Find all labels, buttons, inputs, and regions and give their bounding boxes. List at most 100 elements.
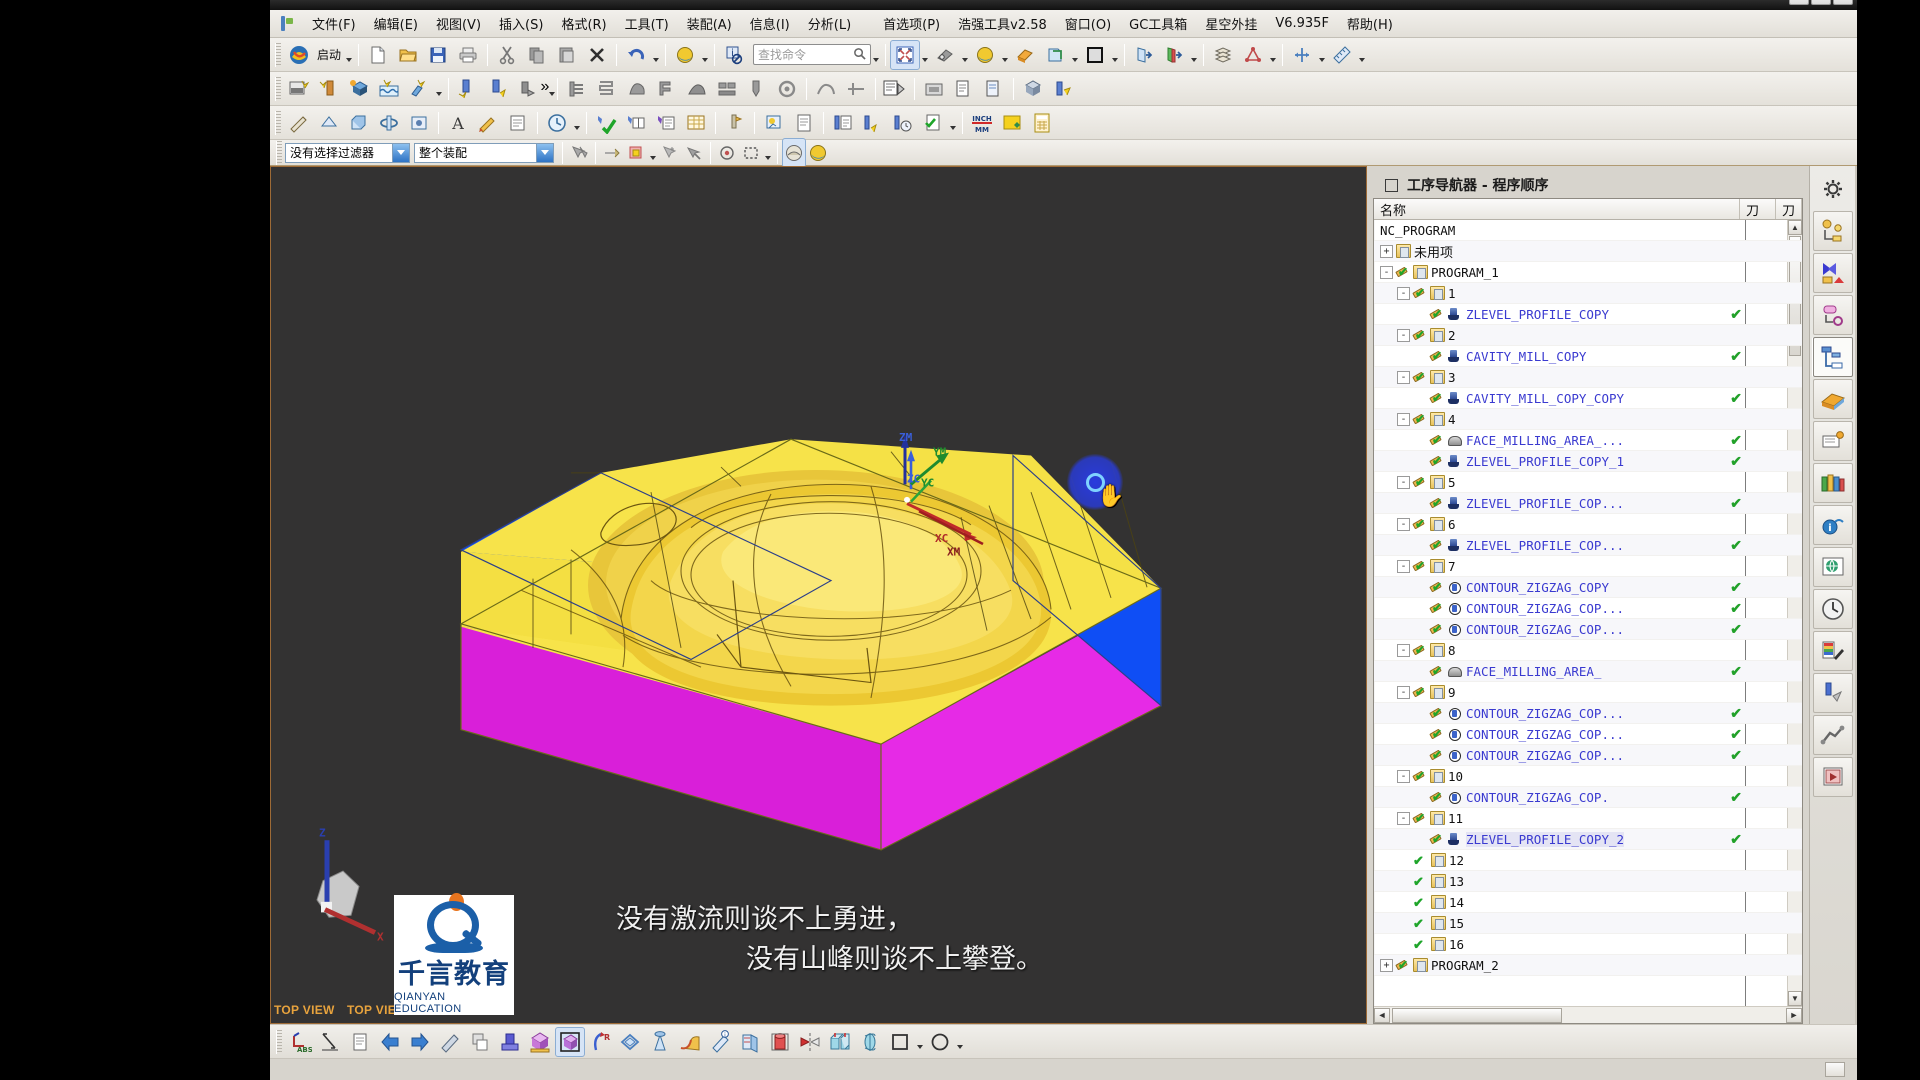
tree-item-label[interactable]: ZLEVEL_PROFILE_COPY <box>1466 307 1609 322</box>
measure-icon[interactable] <box>1328 41 1356 69</box>
revolve-body-icon[interactable]: R <box>586 1028 614 1056</box>
start-dropdown-icon[interactable] <box>344 41 354 69</box>
hscroll-thumb[interactable] <box>1392 1007 1562 1023</box>
collapse-icon[interactable]: - <box>1397 517 1410 531</box>
area-mill-icon[interactable] <box>713 75 741 103</box>
menu-preferences[interactable]: 首选项(P) <box>874 10 949 37</box>
shop-doc-icon[interactable] <box>980 75 1008 103</box>
collapse-icon[interactable]: - <box>1397 286 1410 300</box>
sketch-icon[interactable] <box>285 109 313 137</box>
view-style-dropdown-icon[interactable] <box>1070 41 1080 69</box>
dimension-icon[interactable] <box>316 1028 344 1056</box>
blend-icon[interactable] <box>676 1028 704 1056</box>
back-arrow-icon[interactable] <box>376 1028 404 1056</box>
collapse-icon[interactable]: - <box>1397 685 1410 699</box>
open-file-icon[interactable] <box>394 41 422 69</box>
resource-settings-icon[interactable] <box>1813 169 1853 209</box>
replay-toolpath-icon[interactable] <box>484 75 512 103</box>
find-command-input[interactable]: 查找命令 <box>753 44 872 65</box>
table-row[interactable]: CONTOUR_ZIGZAG_COP. ✔ <box>1374 787 1802 808</box>
info-command-icon[interactable]: i <box>720 41 748 69</box>
view-style-icon[interactable] <box>1041 41 1069 69</box>
table-row[interactable]: CONTOUR_ZIGZAG_COP... ✔ <box>1374 619 1802 640</box>
collapse-icon[interactable]: - <box>1397 328 1410 342</box>
menu-window[interactable]: 窗口(O) <box>1056 10 1120 37</box>
table-row[interactable]: ✔ 13 <box>1374 871 1802 892</box>
chevron-down-icon[interactable] <box>392 143 409 162</box>
rectangle-select-icon[interactable] <box>740 139 762 167</box>
background-dropdown-icon[interactable] <box>1110 41 1120 69</box>
tree-item-label[interactable]: 15 <box>1449 916 1464 931</box>
table-row[interactable]: -2 <box>1374 325 1802 346</box>
copy-icon[interactable] <box>523 41 551 69</box>
table-row[interactable]: -8 <box>1374 640 1802 661</box>
select-faces-icon[interactable] <box>625 139 647 167</box>
tool-inventory-icon[interactable] <box>652 109 680 137</box>
collapse-icon[interactable]: - <box>1380 265 1393 279</box>
measure-body-icon[interactable]: i <box>706 1028 734 1056</box>
face-milling-icon[interactable] <box>563 75 591 103</box>
table-row[interactable]: NC_PROGRAM <box>1374 220 1802 241</box>
menu-analysis[interactable]: 分析(L) <box>799 10 860 37</box>
op-timing-icon[interactable] <box>889 109 917 137</box>
hole-making-icon[interactable] <box>773 75 801 103</box>
table-row[interactable]: -3 <box>1374 367 1802 388</box>
menu-assemblies[interactable]: 装配(A) <box>678 10 741 37</box>
tree-item-label[interactable]: NC_PROGRAM <box>1380 223 1455 238</box>
table-row[interactable]: ZLEVEL_PROFILE_COPY ✔ <box>1374 304 1802 325</box>
menu-file[interactable]: 文件(F) <box>303 10 365 37</box>
resource-palette-icon[interactable] <box>1812 631 1853 671</box>
table-row[interactable]: ✔ 15 <box>1374 913 1802 934</box>
statusbar-grip[interactable] <box>276 1029 282 1054</box>
toolbar-grip-2[interactable] <box>275 76 281 101</box>
select-objects-icon[interactable] <box>568 139 590 167</box>
background-color-icon[interactable] <box>1081 41 1109 69</box>
resource-robot-icon[interactable] <box>1812 715 1853 755</box>
tree-item-label[interactable]: 10 <box>1448 769 1463 784</box>
graphics-canvas[interactable]: ZM YM ZC YC XC XM X Z ✋ TOP VIEW TOP VIE… <box>271 167 1366 1023</box>
tree-item-label[interactable]: CONTOUR_ZIGZAG_COP... <box>1466 706 1624 721</box>
tree-rows[interactable]: ▲ ▼ NC_PROGRAM+未用项-PROGRAM_1-1ZLEVEL_PRO… <box>1374 220 1802 1006</box>
graphics-window[interactable]: ZM YM ZC YC XC XM X Z ✋ TOP VIEW TOP VIE… <box>270 166 1367 1024</box>
create-operation-icon[interactable] <box>405 75 433 103</box>
resource-assembly-navigator-icon[interactable] <box>1812 211 1853 251</box>
close-button[interactable]: ✕ <box>1833 0 1853 5</box>
units-inch-mm-icon[interactable]: INCH MM <box>968 109 996 137</box>
table-row[interactable]: CONTOUR_ZIGZAG_COP... ✔ <box>1374 745 1802 766</box>
hole-icon[interactable] <box>405 109 433 137</box>
collapse-icon[interactable]: - <box>1397 370 1410 384</box>
render-globe-icon[interactable] <box>671 41 699 69</box>
tree-item-label[interactable]: 7 <box>1448 559 1456 574</box>
resource-constraint-navigator-icon[interactable] <box>1812 253 1853 293</box>
verify-toolpath-icon[interactable] <box>514 75 542 103</box>
tree-item-label[interactable]: 13 <box>1449 874 1464 889</box>
column-header-tool[interactable]: 刀 <box>1740 199 1776 219</box>
find-dropdown-icon[interactable] <box>871 41 881 69</box>
tree-item-label[interactable]: 4 <box>1448 412 1456 427</box>
fit-view-dropdown-icon[interactable] <box>920 41 930 69</box>
resource-hd3d-tools-icon[interactable] <box>1812 421 1853 461</box>
filterbar-grip[interactable] <box>276 140 282 165</box>
menu-help[interactable]: 帮助(H) <box>1338 10 1402 37</box>
table-row[interactable]: -9 <box>1374 682 1802 703</box>
contour-icon[interactable] <box>623 75 651 103</box>
tool-path-list-icon[interactable] <box>622 109 650 137</box>
menu-edit[interactable]: 编辑(E) <box>365 10 427 37</box>
tree-item-label[interactable]: 5 <box>1448 475 1456 490</box>
datum-icon[interactable] <box>315 109 343 137</box>
tree-item-label[interactable]: CONTOUR_ZIGZAG_COP... <box>1466 727 1624 742</box>
postprocess-icon[interactable] <box>950 75 978 103</box>
undo-icon[interactable] <box>622 41 650 69</box>
tree-item-label[interactable]: FACE_MILLING_AREA_... <box>1466 433 1624 448</box>
move-object-icon[interactable] <box>1288 41 1316 69</box>
resource-history-icon[interactable] <box>1812 589 1853 629</box>
tree-item-label[interactable]: CAVITY_MILL_COPY_COPY <box>1466 391 1624 406</box>
calculator-icon[interactable] <box>1028 109 1056 137</box>
delete-icon[interactable] <box>583 41 611 69</box>
tree-item-label[interactable]: FACE_MILLING_AREA_ <box>1466 664 1601 679</box>
toolbar-grip-3[interactable] <box>275 110 281 135</box>
select-features-icon[interactable] <box>659 139 681 167</box>
resource-part-navigator-icon[interactable] <box>1812 295 1853 335</box>
cavity-mill-icon[interactable] <box>653 75 681 103</box>
resource-system-info-icon[interactable]: i <box>1812 505 1853 545</box>
